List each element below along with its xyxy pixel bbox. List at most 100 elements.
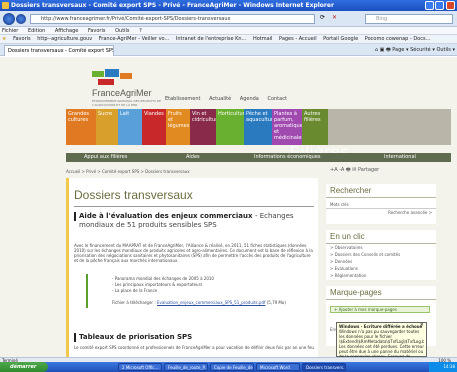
close-icon[interactable]: ✕ (420, 323, 424, 328)
fav-link[interactable]: Intranet de l'entreprise Kn... (176, 36, 246, 42)
topnav-etablissement[interactable]: Etablissement (165, 96, 201, 102)
cat-plantes[interactable]: Plantes à parfum, aromatiques et médicin… (272, 109, 305, 145)
menu-favorites[interactable]: Favoris (88, 28, 106, 34)
cat-grandes-cultures[interactable]: Grandes cultures (66, 109, 96, 145)
main-content: Dossiers transversaux Aide à l'évaluatio… (66, 178, 318, 357)
fav-link[interactable]: Pocomo cowenap - Docs... (365, 36, 431, 42)
breadcrumb[interactable]: Accueil > Privé > Comité export SPS > Do… (66, 169, 190, 174)
download-size: (5,79 Mo) (266, 300, 286, 305)
menu-tools[interactable]: Outils (115, 28, 129, 34)
search-box: Rechercher Mots clés Recherche avancée > (326, 184, 436, 224)
topnav-agenda[interactable]: Agenda (240, 96, 259, 102)
error-balloon[interactable]: ✕ Windows - Ecriture différée a échoué W… (336, 322, 427, 357)
download-link[interactable]: Evaluation_enjeux_commerciaux_SPS_51_pro… (157, 300, 265, 305)
cat-sucre[interactable]: Sucre (96, 109, 118, 145)
advanced-search-link[interactable]: Recherche avancée > (326, 209, 436, 216)
green-marker (86, 274, 88, 308)
quick-link[interactable]: > Dossiers des Conseils et comités (326, 251, 436, 258)
section-heading-2: Tableaux de priorisation SPS (79, 333, 193, 341)
download-row: Fichier à télécharger : Evaluation_enjeu… (112, 300, 286, 305)
section-paragraph: Avec le financement du MAAPRAT et de Fra… (74, 243, 313, 263)
quick-link[interactable]: > Observatoires (326, 244, 436, 251)
cat-peche[interactable]: Pêche et aquaculture (244, 109, 276, 145)
web-page: FranceAgriMer ÉTABLISSEMENT NATIONAL DES… (0, 57, 457, 357)
subnav-infos-eco[interactable]: Informations économiques (254, 153, 321, 162)
cat-autres[interactable]: Autres filières (302, 109, 328, 145)
taskbar: démarrer 2 Microsoft Offic... Feuille_de… (0, 362, 457, 372)
list-item: - La place de la France (112, 288, 158, 293)
sidebar-search-input[interactable]: Mots clés (326, 201, 436, 209)
menu-view[interactable]: Affichage (55, 28, 79, 34)
category-navigation: Grandes cultures Sucre Lait Viandes Frui… (66, 109, 451, 145)
quick-links-box: En un clic > Observatoires > Dossiers de… (326, 230, 436, 280)
address-input[interactable]: http://www.franceagrimer.fr/Privé/Comité… (30, 14, 315, 24)
cat-viandes[interactable]: Viandes (142, 109, 166, 145)
accent-bar (66, 178, 69, 357)
ie-icon (2, 2, 9, 9)
page-tools[interactable]: +A -A 🖶 ✉ Partager (330, 167, 379, 175)
bullet-list: - Panorama mondial des échanges de 2005 … (112, 276, 214, 294)
maximize-button[interactable] (435, 1, 444, 10)
command-bar: ⌂ ▣ 🖶 Page ▾ Sécurité ▾ Outils ▾ (374, 47, 455, 53)
logo-tagline: ÉTABLISSEMENT NATIONAL DES PRODUITS DE L… (92, 99, 162, 107)
quick-link[interactable]: > Données (326, 258, 436, 265)
menu-bar: Fichier Edition Affichage Favoris Outils… (0, 27, 457, 35)
tab-active[interactable]: Dossiers transversaux - Comité export SP… (4, 45, 114, 56)
cat-vin[interactable]: Vin et cidriculture (190, 109, 220, 145)
menu-file[interactable]: Fichier (2, 28, 18, 34)
quick-link[interactable]: > Evaluations (326, 265, 436, 272)
topnav-actualite[interactable]: Actualité (209, 96, 231, 102)
menu-edit[interactable]: Edition (28, 28, 45, 34)
favorites-label[interactable]: Favoris (13, 36, 31, 42)
fav-link[interactable]: France-AgriMer - Veiller vo... (99, 36, 169, 42)
taskbar-item[interactable]: Microsoft Word (256, 363, 300, 371)
taskbar-item[interactable]: 2 Microsoft Offic... (118, 363, 162, 371)
section-heading: Aide à l'évaluation des enjeux commercia… (74, 212, 314, 230)
balloon-body: Windows n'a pas pu sauvegarder toutes le… (339, 329, 424, 357)
star-icon: ★ (2, 36, 7, 42)
taskbar-item[interactable]: Copie de Feuille_de... (210, 363, 254, 371)
forward-button[interactable] (16, 14, 26, 24)
window-title: Dossiers transversaux - Comité export SP… (11, 2, 334, 9)
refresh-icon[interactable]: ⟳ (320, 14, 325, 21)
security-menu[interactable]: Sécurité (410, 47, 431, 53)
close-button[interactable] (446, 1, 455, 10)
system-tray: 14:38 (429, 362, 457, 372)
tools-menu[interactable]: Outils (436, 47, 450, 53)
clock: 14:38 (443, 364, 455, 369)
stop-icon[interactable]: ✕ (332, 14, 337, 21)
fav-link[interactable]: Pages - Accueil (279, 36, 317, 42)
search-input[interactable]: Bing (365, 14, 453, 24)
search-title: Rechercher (326, 184, 436, 198)
bookmarks-title: Marque-pages (326, 286, 436, 300)
fav-link[interactable]: Hotmail (253, 36, 273, 42)
cat-horticulture[interactable]: Horticulture (216, 109, 248, 145)
page-menu[interactable]: Page (392, 47, 404, 53)
favorites-bar: ★ Favoris http--agriculture.gouv France-… (0, 35, 457, 44)
taskbar-item[interactable]: Feuille_de_route_P... (164, 363, 208, 371)
subnav-international[interactable]: International (384, 153, 416, 162)
taskbar-item-active[interactable]: Dossiers transvers... (302, 363, 346, 371)
divider (74, 206, 314, 207)
quick-title: En un clic (326, 230, 436, 244)
section-heading-bold: Aide à l'évaluation des enjeux commercia… (79, 212, 253, 220)
fav-link[interactable]: Portail Google (323, 36, 358, 42)
start-button[interactable]: démarrer (0, 362, 48, 372)
back-button[interactable] (3, 13, 15, 25)
tab-bar: Dossiers transversaux - Comité export SP… (0, 44, 457, 56)
subnav-aides[interactable]: Aides (186, 153, 200, 162)
menu-help[interactable]: ? (139, 28, 142, 34)
logo-name: FranceAgriMer (92, 88, 152, 98)
window-title-bar: Dossiers transversaux - Comité export SP… (0, 0, 457, 11)
cat-lait[interactable]: Lait (118, 109, 142, 145)
fav-link[interactable]: http--agriculture.gouv (37, 36, 92, 42)
section-paragraph-2: Le comité export SPS coordonné et profes… (74, 345, 314, 350)
subnav-appui[interactable]: Appui aux filières (84, 153, 127, 162)
logo-mark (92, 69, 132, 85)
minimize-button[interactable] (425, 1, 434, 10)
cat-fruits-legumes[interactable]: Fruits et légumes (166, 109, 190, 145)
page-title: Dossiers transversaux (74, 188, 193, 202)
quick-link[interactable]: > Réglementation (326, 272, 436, 279)
topnav-contact[interactable]: Contact (267, 96, 286, 102)
add-bookmark-button[interactable]: + Ajouter à mes marque-pages (330, 306, 430, 313)
